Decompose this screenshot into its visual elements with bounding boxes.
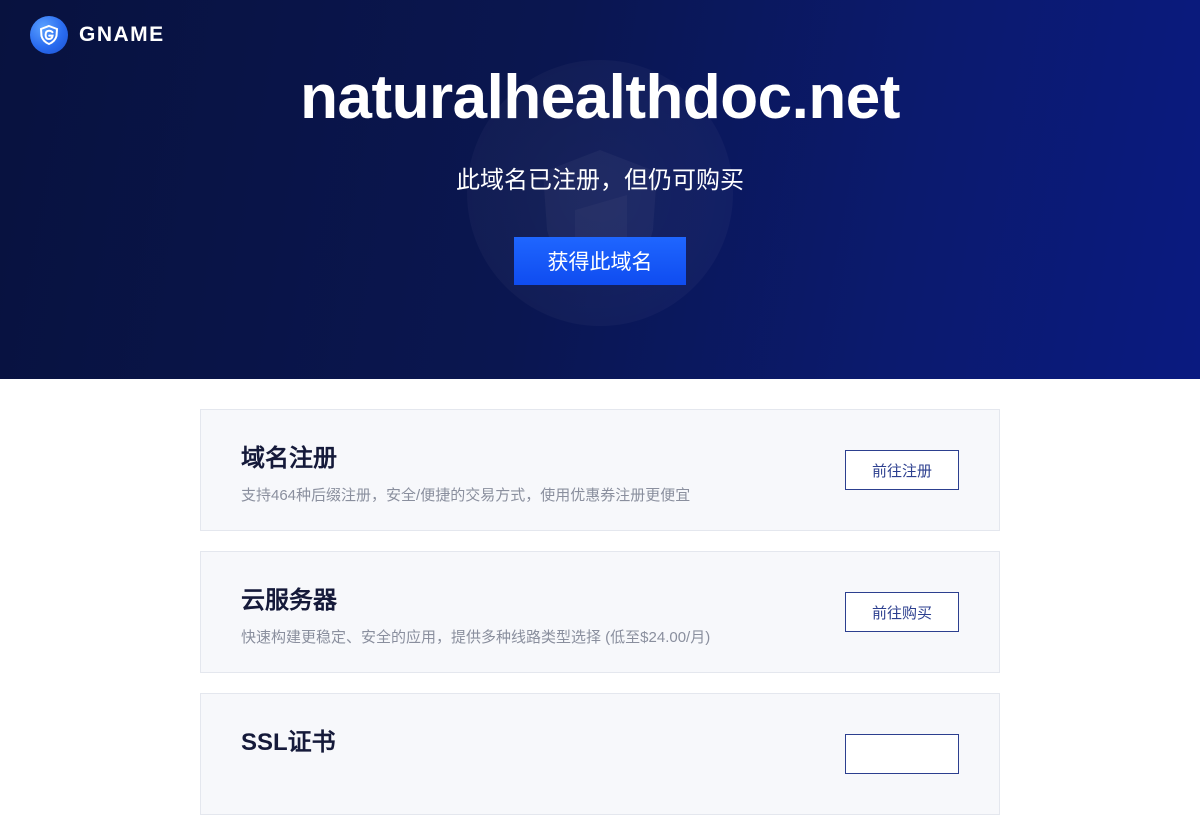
hero-subtitle: 此域名已注册，但仍可购买 <box>456 167 744 194</box>
go-register-button[interactable]: 前往注册 <box>845 450 959 490</box>
card-title: 域名注册 <box>241 445 337 472</box>
ssl-action-button[interactable] <box>845 734 959 774</box>
service-card-cloud-server: 云服务器 快速构建更稳定、安全的应用，提供多种线路类型选择 (低至$24.00/… <box>200 551 1000 673</box>
brand-logo[interactable]: GNAME <box>30 16 165 54</box>
card-description: 支持464种后缀注册，安全/便捷的交易方式，使用优惠券注册更便宜 <box>241 487 691 504</box>
service-card-domain-registration: 域名注册 支持464种后缀注册，安全/便捷的交易方式，使用优惠券注册更便宜 前往… <box>200 409 1000 531</box>
go-buy-button[interactable]: 前往购买 <box>845 592 959 632</box>
gname-g-icon <box>30 16 68 54</box>
hero-banner: GNAME naturalhealthdoc.net 此域名已注册，但仍可购买 … <box>0 0 1200 379</box>
card-description: 快速构建更稳定、安全的应用，提供多种线路类型选择 (低至$24.00/月) <box>241 629 711 646</box>
brand-name: GNAME <box>79 23 165 46</box>
get-domain-button[interactable]: 获得此域名 <box>514 237 686 285</box>
service-card-ssl: SSL证书 <box>200 693 1000 815</box>
card-title: 云服务器 <box>241 587 337 614</box>
domain-title: naturalhealthdoc.net <box>300 63 900 132</box>
